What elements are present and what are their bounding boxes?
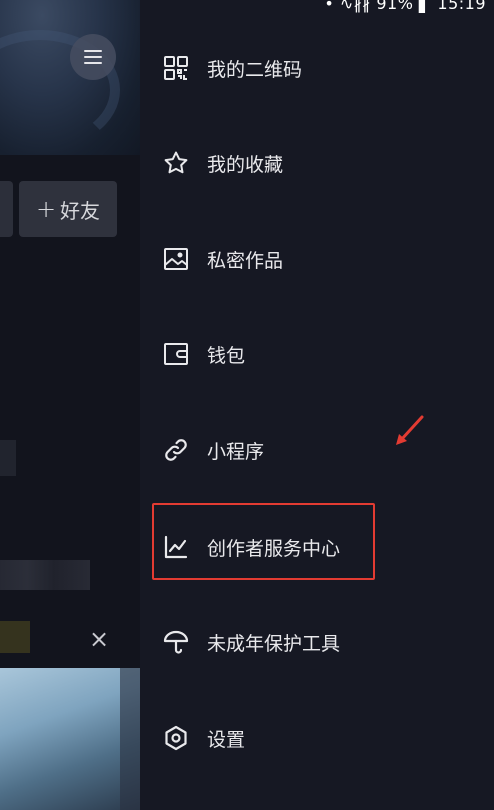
highlight-box: [152, 503, 375, 580]
private-image-icon: [163, 246, 189, 272]
drawer-item-mini-programs[interactable]: 小程序: [140, 420, 494, 480]
status-bar: • ∿∦∦ 91% ▌ 15:19: [140, 0, 494, 14]
drawer-item-label: 钱包: [207, 344, 246, 367]
background-profile-page: + 好友 ×: [0, 0, 140, 810]
blurred-content: [0, 560, 90, 590]
blurred-content: [120, 668, 140, 810]
drawer-item-favorites[interactable]: 我的收藏: [140, 133, 494, 193]
add-friend-label: 好友: [60, 198, 101, 223]
drawer-item-wallet[interactable]: 钱包: [140, 324, 494, 384]
hamburger-icon[interactable]: [70, 34, 116, 80]
drawer-item-label: 我的收藏: [207, 153, 284, 176]
drawer-item-label: 私密作品: [207, 249, 284, 272]
drawer-item-settings[interactable]: 设置: [140, 708, 494, 768]
drawer-item-label: 小程序: [207, 440, 265, 463]
wallet-icon: [163, 341, 189, 367]
blurred-content: [0, 621, 30, 653]
drawer-item-private-works[interactable]: 私密作品: [140, 229, 494, 289]
drawer-item-label: 我的二维码: [207, 58, 303, 81]
umbrella-icon: [163, 629, 189, 655]
plus-icon: +: [35, 195, 57, 223]
edit-profile-button[interactable]: [0, 181, 13, 237]
drawer-item-minor-protection[interactable]: 未成年保护工具: [140, 612, 494, 672]
drawer-item-label: 未成年保护工具: [207, 632, 341, 655]
profile-banner: [0, 0, 140, 155]
annotation-arrow-icon: [396, 415, 424, 445]
drawer-item-qr-code[interactable]: 我的二维码: [140, 38, 494, 98]
blurred-content: [0, 440, 16, 476]
star-icon: [163, 150, 189, 176]
close-icon[interactable]: ×: [88, 625, 110, 653]
side-drawer: 我的二维码 我的收藏 私密作品 钱包 小程序 创作者服务中心 未成年保护工具 设…: [140, 0, 494, 810]
settings-hexagon-icon: [163, 725, 189, 751]
add-friend-button[interactable]: + 好友: [19, 181, 117, 237]
qr-code-icon: [163, 55, 189, 81]
status-bar-text: • ∿∦∦ 91% ▌ 15:19: [324, 0, 486, 13]
drawer-item-label: 设置: [207, 728, 246, 751]
link-icon: [163, 437, 189, 463]
video-thumbnail[interactable]: [0, 668, 140, 810]
